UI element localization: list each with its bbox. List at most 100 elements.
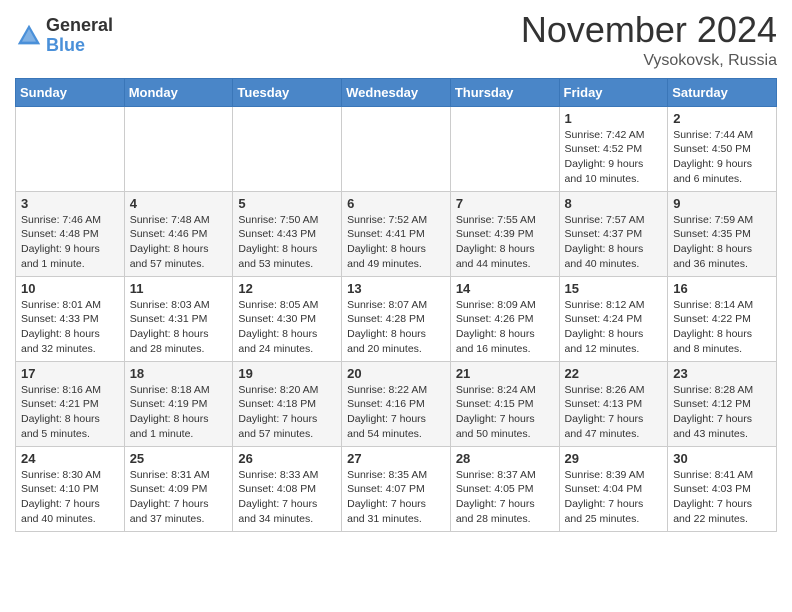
day-info: Sunrise: 8:26 AMSunset: 4:13 PMDaylight:…	[565, 383, 663, 442]
day-info: Sunrise: 7:50 AMSunset: 4:43 PMDaylight:…	[238, 213, 336, 272]
day-info: Sunrise: 7:48 AMSunset: 4:46 PMDaylight:…	[130, 213, 228, 272]
day-number: 8	[565, 196, 663, 211]
day-info: Sunrise: 7:57 AMSunset: 4:37 PMDaylight:…	[565, 213, 663, 272]
calendar-cell: 12 Sunrise: 8:05 AMSunset: 4:30 PMDayligh…	[233, 276, 342, 361]
day-info: Sunrise: 8:09 AMSunset: 4:26 PMDaylight:…	[456, 298, 554, 357]
day-number: 14	[456, 281, 554, 296]
calendar-cell	[124, 106, 233, 191]
calendar-cell: 23 Sunrise: 8:28 AMSunset: 4:12 PMDayligh…	[668, 361, 777, 446]
day-number: 22	[565, 366, 663, 381]
day-number: 23	[673, 366, 771, 381]
day-info: Sunrise: 8:39 AMSunset: 4:04 PMDaylight:…	[565, 468, 663, 527]
calendar-cell: 20Sunrise: 8:22 AMSunset: 4:16 PMDayligh…	[342, 361, 451, 446]
day-info: Sunrise: 7:46 AMSunset: 4:48 PMDaylight:…	[21, 213, 119, 272]
calendar-cell: 11Sunrise: 8:03 AMSunset: 4:31 PMDayligh…	[124, 276, 233, 361]
calendar-week-row-5: 24 Sunrise: 8:30 AMSunset: 4:10 PMDayligh…	[16, 446, 777, 531]
day-info: Sunrise: 8:07 AMSunset: 4:28 PMDaylight:…	[347, 298, 445, 357]
day-number: 28	[456, 451, 554, 466]
day-number: 29	[565, 451, 663, 466]
day-number: 1	[565, 111, 663, 126]
calendar-cell: 8 Sunrise: 7:57 AMSunset: 4:37 PMDaylight…	[559, 191, 668, 276]
calendar-cell: 26Sunrise: 8:33 AMSunset: 4:08 PMDayligh…	[233, 446, 342, 531]
logo-icon	[15, 22, 43, 50]
page-header: General Blue November 2024 Vysokovsk, Ru…	[15, 10, 777, 70]
calendar-cell: 28 Sunrise: 8:37 AMSunset: 4:05 PMDayligh…	[450, 446, 559, 531]
day-number: 6	[347, 196, 445, 211]
day-number: 12	[238, 281, 336, 296]
day-number: 13	[347, 281, 445, 296]
day-info: Sunrise: 8:37 AMSunset: 4:05 PMDaylight:…	[456, 468, 554, 527]
day-info: Sunrise: 7:42 AMSunset: 4:52 PMDaylight:…	[565, 128, 663, 187]
day-number: 21	[456, 366, 554, 381]
calendar-cell: 29 Sunrise: 8:39 AMSunset: 4:04 PMDayligh…	[559, 446, 668, 531]
calendar-cell: 10 Sunrise: 8:01 AMSunset: 4:33 PMDayligh…	[16, 276, 125, 361]
day-number: 9	[673, 196, 771, 211]
day-number: 5	[238, 196, 336, 211]
calendar-cell: 18 Sunrise: 8:18 AMSunset: 4:19 PMDayligh…	[124, 361, 233, 446]
title-block: November 2024 Vysokovsk, Russia	[521, 10, 777, 70]
day-info: Sunrise: 8:14 AMSunset: 4:22 PMDaylight:…	[673, 298, 771, 357]
day-number: 17	[21, 366, 119, 381]
calendar-cell: 13 Sunrise: 8:07 AMSunset: 4:28 PMDayligh…	[342, 276, 451, 361]
calendar-cell: 22 Sunrise: 8:26 AMSunset: 4:13 PMDayligh…	[559, 361, 668, 446]
day-number: 24	[21, 451, 119, 466]
calendar-week-row-1: 1 Sunrise: 7:42 AMSunset: 4:52 PMDaylight…	[16, 106, 777, 191]
calendar-cell: 15 Sunrise: 8:12 AMSunset: 4:24 PMDayligh…	[559, 276, 668, 361]
day-info: Sunrise: 8:18 AMSunset: 4:19 PMDaylight:…	[130, 383, 228, 442]
day-info: Sunrise: 8:24 AMSunset: 4:15 PMDaylight:…	[456, 383, 554, 442]
day-info: Sunrise: 8:12 AMSunset: 4:24 PMDaylight:…	[565, 298, 663, 357]
day-number: 2	[673, 111, 771, 126]
month-title: November 2024	[521, 10, 777, 50]
day-number: 16	[673, 281, 771, 296]
location: Vysokovsk, Russia	[521, 52, 777, 70]
calendar-cell: 3 Sunrise: 7:46 AMSunset: 4:48 PMDaylight…	[16, 191, 125, 276]
calendar-cell: 19 Sunrise: 8:20 AMSunset: 4:18 PMDayligh…	[233, 361, 342, 446]
day-number: 3	[21, 196, 119, 211]
day-info: Sunrise: 8:35 AMSunset: 4:07 PMDaylight:…	[347, 468, 445, 527]
logo-general: General	[46, 16, 113, 36]
day-info: Sunrise: 8:05 AMSunset: 4:30 PMDaylight:…	[238, 298, 336, 357]
logo-blue: Blue	[46, 36, 113, 56]
calendar-cell: 25 Sunrise: 8:31 AMSunset: 4:09 PMDayligh…	[124, 446, 233, 531]
calendar-cell: 14 Sunrise: 8:09 AMSunset: 4:26 PMDayligh…	[450, 276, 559, 361]
calendar-cell	[233, 106, 342, 191]
day-number: 10	[21, 281, 119, 296]
calendar-cell: 2 Sunrise: 7:44 AMSunset: 4:50 PMDaylight…	[668, 106, 777, 191]
calendar-cell: 17 Sunrise: 8:16 AMSunset: 4:21 PMDayligh…	[16, 361, 125, 446]
calendar-cell: 9 Sunrise: 7:59 AMSunset: 4:35 PMDaylight…	[668, 191, 777, 276]
day-number: 30	[673, 451, 771, 466]
day-number: 19	[238, 366, 336, 381]
day-number: 25	[130, 451, 228, 466]
day-number: 15	[565, 281, 663, 296]
day-number: 7	[456, 196, 554, 211]
calendar-cell: 6Sunrise: 7:52 AMSunset: 4:41 PMDaylight…	[342, 191, 451, 276]
col-tuesday: Tuesday	[233, 78, 342, 106]
day-number: 11	[130, 281, 228, 296]
col-thursday: Thursday	[450, 78, 559, 106]
day-number: 20	[347, 366, 445, 381]
day-info: Sunrise: 7:55 AMSunset: 4:39 PMDaylight:…	[456, 213, 554, 272]
calendar-header-row: Sunday Monday Tuesday Wednesday Thursday…	[16, 78, 777, 106]
page: General Blue November 2024 Vysokovsk, Ru…	[0, 0, 792, 547]
day-number: 4	[130, 196, 228, 211]
day-info: Sunrise: 8:16 AMSunset: 4:21 PMDaylight:…	[21, 383, 119, 442]
day-info: Sunrise: 8:01 AMSunset: 4:33 PMDaylight:…	[21, 298, 119, 357]
day-info: Sunrise: 8:30 AMSunset: 4:10 PMDaylight:…	[21, 468, 119, 527]
calendar: Sunday Monday Tuesday Wednesday Thursday…	[15, 78, 777, 532]
calendar-week-row-3: 10 Sunrise: 8:01 AMSunset: 4:33 PMDayligh…	[16, 276, 777, 361]
calendar-cell	[16, 106, 125, 191]
day-info: Sunrise: 7:59 AMSunset: 4:35 PMDaylight:…	[673, 213, 771, 272]
calendar-cell: 24 Sunrise: 8:30 AMSunset: 4:10 PMDayligh…	[16, 446, 125, 531]
day-number: 26	[238, 451, 336, 466]
calendar-cell	[342, 106, 451, 191]
day-info: Sunrise: 8:31 AMSunset: 4:09 PMDaylight:…	[130, 468, 228, 527]
col-wednesday: Wednesday	[342, 78, 451, 106]
day-number: 18	[130, 366, 228, 381]
day-info: Sunrise: 8:20 AMSunset: 4:18 PMDaylight:…	[238, 383, 336, 442]
logo-text: General Blue	[46, 16, 113, 56]
calendar-cell: 21 Sunrise: 8:24 AMSunset: 4:15 PMDayligh…	[450, 361, 559, 446]
calendar-cell: 7 Sunrise: 7:55 AMSunset: 4:39 PMDaylight…	[450, 191, 559, 276]
day-info: Sunrise: 7:44 AMSunset: 4:50 PMDaylight:…	[673, 128, 771, 187]
day-info: Sunrise: 8:28 AMSunset: 4:12 PMDaylight:…	[673, 383, 771, 442]
calendar-cell	[450, 106, 559, 191]
